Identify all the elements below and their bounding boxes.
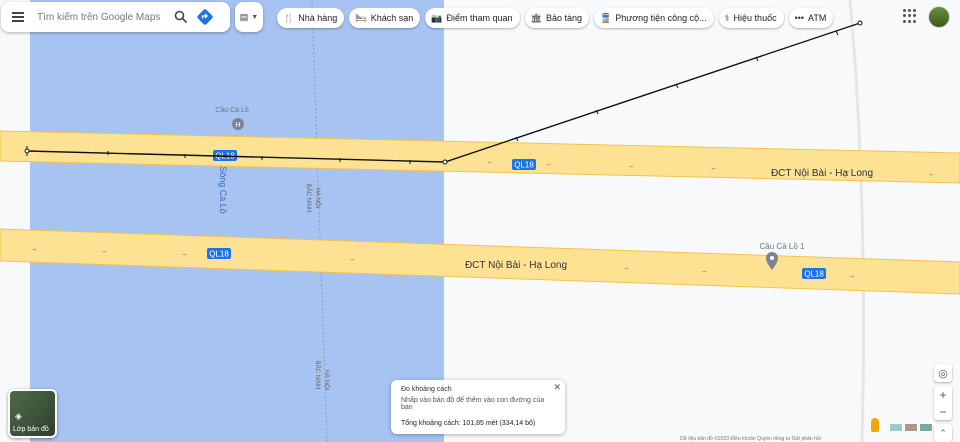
poi-label-left[interactable]: Cầu Cà Lồ — [215, 105, 249, 114]
expand-icon[interactable]: ⌃ — [934, 424, 952, 442]
chip-label: Hiệu thuốc — [733, 13, 777, 23]
directions-icon[interactable] — [193, 5, 217, 29]
road-shield-label: QL18 — [514, 161, 534, 170]
search-box[interactable] — [1, 2, 230, 32]
atm-icon: ••• — [794, 13, 805, 23]
menu-icon[interactable] — [1, 2, 35, 32]
measure-point[interactable] — [24, 148, 30, 154]
road-shield-label: QL18 — [804, 270, 824, 279]
measure-total: Tổng khoảng cách: 101,85 mét (334,14 bộ) — [401, 420, 536, 427]
svg-text:←: ← — [545, 159, 553, 168]
chip-pharmacies[interactable]: ⚕ Hiệu thuốc — [718, 8, 784, 28]
chip-attractions[interactable]: 📷 Điểm tham quan — [425, 8, 520, 28]
transit-icon: 🚆 — [599, 12, 612, 23]
svg-text:←: ← — [486, 157, 494, 166]
svg-text:←: ← — [628, 161, 636, 170]
map-controls: ◎ + − ⌃ — [934, 364, 952, 442]
measure-point[interactable] — [857, 20, 863, 26]
svg-text:←: ← — [710, 163, 718, 172]
my-location-icon[interactable]: ◎ — [934, 364, 952, 382]
map-footer: Dữ liệu bản đồ ©2023 Điều khoản Quyền ri… — [680, 436, 821, 442]
chip-label: Điểm tham quan — [446, 13, 513, 23]
layers-label: Lớp bản đồ — [13, 426, 49, 433]
camera-icon: 📷 — [431, 12, 443, 23]
hotel-icon: 🛏 — [355, 12, 367, 23]
svg-text:H: H — [235, 122, 240, 129]
chip-label: Nhà hàng — [298, 13, 338, 23]
restaurant-icon: 🍴 — [283, 12, 295, 23]
museum-icon: 🏛 — [530, 12, 542, 23]
chip-atm[interactable]: ••• ATM — [788, 8, 834, 28]
boundary-label: BẮC NINH — [314, 361, 322, 390]
road-name-lower: ĐCT Nội Bài - Hạ Long — [465, 260, 567, 271]
road-shield: QL18 — [207, 248, 231, 259]
chip-label: Bảo tàng — [545, 13, 582, 23]
measure-hint: Nhấp vào bản đồ để thêm vào con đường củ… — [401, 397, 545, 411]
chevron-down-icon: ▼ — [251, 13, 259, 21]
bed-icon: ▤ — [239, 11, 249, 22]
svg-text:→: → — [180, 249, 188, 258]
road-shield: QL18 — [802, 268, 826, 279]
boundary-label: HÀ NỘI — [323, 370, 330, 391]
svg-text:←: ← — [928, 169, 936, 178]
search-input[interactable] — [35, 10, 169, 24]
road-shield-label: QL18 — [209, 250, 229, 259]
zoom-in-button[interactable]: + — [934, 386, 952, 403]
poi-pin-left[interactable]: H — [232, 118, 244, 130]
category-chips: 🍴 Nhà hàng 🛏 Khách sạn 📷 Điểm tham quan 🏛 Bả… — [277, 8, 834, 28]
zoom-out-button[interactable]: − — [934, 403, 952, 420]
chip-label: Khách sạn — [370, 13, 414, 23]
chip-hotels[interactable]: 🛏 Khách sạn — [349, 8, 421, 28]
svg-text:→: → — [848, 271, 856, 280]
measure-distance-card: Đo khoảng cách Nhấp vào bản đồ để thêm v… — [391, 380, 565, 434]
road-shield: QL18 — [512, 159, 536, 170]
measure-title: Đo khoảng cách — [401, 386, 452, 393]
measure-point[interactable] — [442, 159, 448, 165]
svg-text:→: → — [100, 246, 108, 255]
svg-text:→: → — [348, 254, 356, 263]
chip-restaurants[interactable]: 🍴 Nhà hàng — [277, 8, 345, 28]
pegman-icon[interactable] — [871, 418, 879, 432]
road-name-upper: ĐCT Nội Bài - Hạ Long — [771, 168, 873, 179]
svg-text:→: → — [700, 266, 708, 275]
hotel-filter-button[interactable]: ▤ ▼ — [235, 2, 263, 32]
avatar[interactable] — [928, 6, 950, 28]
river-label: Sông Cà Lồ — [218, 166, 228, 214]
chip-transit[interactable]: 🚆 Phương tiện công cộ... — [593, 8, 714, 28]
boundary-label: BẮC NINH — [305, 184, 313, 213]
imagery-thumbnails[interactable] — [889, 423, 933, 432]
close-icon[interactable]: ✕ — [553, 382, 561, 393]
poi-label-right[interactable]: Cầu Cà Lồ 1 — [760, 242, 805, 251]
search-icon[interactable] — [169, 5, 193, 29]
svg-text:→: → — [30, 244, 38, 253]
svg-text:→: → — [622, 263, 630, 272]
pharmacy-icon: ⚕ — [724, 12, 730, 23]
chip-label: Phương tiện công cộ... — [615, 13, 707, 23]
apps-grid-icon[interactable] — [903, 9, 917, 23]
layers-button[interactable]: ◈ Lớp bản đồ — [8, 389, 57, 438]
chip-label: ATM — [808, 13, 827, 23]
boundary-label: HÀ NỘI — [314, 188, 321, 209]
map-canvas[interactable]: ← ← ← ← ← ← → → → →→ →→ QL18 QL18 QL18 QL18 ĐCT… — [0, 0, 960, 442]
chip-museums[interactable]: 🏛 Bảo tàng — [524, 8, 589, 28]
layers-icon: ◈ — [15, 411, 22, 421]
river-water — [30, 0, 444, 442]
zoom-controls: + − — [934, 386, 952, 420]
